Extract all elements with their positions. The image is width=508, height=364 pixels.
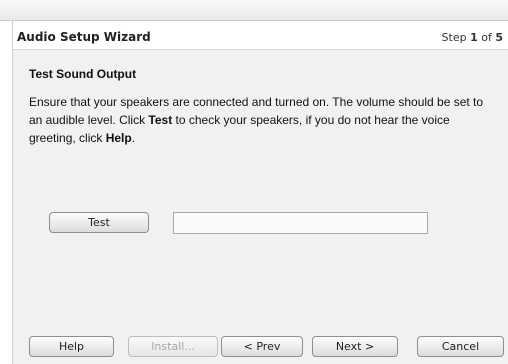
step-prefix: Step bbox=[441, 31, 467, 44]
help-button[interactable]: Help bbox=[29, 336, 114, 357]
instructions-test-keyword: Test bbox=[148, 113, 173, 127]
prev-button[interactable]: < Prev bbox=[221, 336, 303, 357]
step-separator: of bbox=[481, 31, 492, 44]
install-button[interactable]: Install... bbox=[128, 336, 218, 357]
top-bar bbox=[0, 0, 508, 21]
test-button[interactable]: Test bbox=[49, 212, 149, 233]
instructions-part3: . bbox=[131, 131, 136, 145]
next-button[interactable]: Next > bbox=[312, 336, 398, 357]
audio-setup-wizard-window: Audio Setup Wizard Step 1 of 5 Test Soun… bbox=[12, 21, 508, 364]
step-current: 1 bbox=[470, 31, 478, 44]
section-title: Test Sound Output bbox=[29, 67, 137, 81]
instructions-text: Ensure that your speakers are connected … bbox=[29, 93, 499, 147]
instructions-help-keyword: Help bbox=[105, 131, 132, 145]
test-result-field bbox=[173, 212, 428, 234]
wizard-header: Audio Setup Wizard Step 1 of 5 bbox=[13, 21, 508, 50]
cancel-button[interactable]: Cancel bbox=[417, 336, 504, 357]
step-total: 5 bbox=[495, 31, 503, 44]
step-indicator: Step 1 of 5 bbox=[442, 31, 503, 44]
wizard-title: Audio Setup Wizard bbox=[17, 30, 151, 44]
